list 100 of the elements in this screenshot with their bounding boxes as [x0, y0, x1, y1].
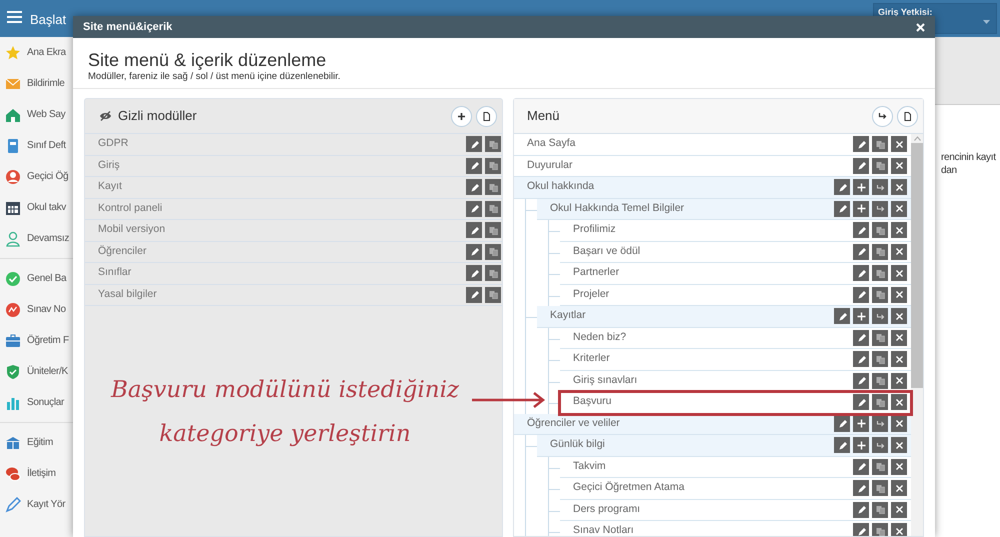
delete-button[interactable]: [891, 308, 907, 324]
edit-button[interactable]: [853, 502, 869, 518]
copy-button[interactable]: [872, 286, 888, 303]
copy-button[interactable]: [872, 372, 888, 389]
close-icon[interactable]: [916, 22, 925, 32]
edit-button[interactable]: [853, 222, 869, 238]
edit-button[interactable]: [834, 308, 850, 324]
add-button[interactable]: [853, 437, 869, 454]
module-row[interactable]: Kayıt: [85, 177, 502, 198]
move-button[interactable]: [872, 179, 888, 196]
module-row[interactable]: Yasal bilgiler: [85, 284, 502, 306]
edit-button[interactable]: [834, 416, 850, 432]
menu-row[interactable]: Ders programı: [560, 500, 911, 521]
sidebar-item[interactable]: Genel Ba: [27, 271, 66, 286]
copy-button[interactable]: [485, 179, 501, 196]
delete-button[interactable]: [891, 502, 907, 518]
copy-button[interactable]: [485, 136, 501, 152]
copy-button[interactable]: [872, 330, 888, 346]
app-title[interactable]: Başlat: [30, 10, 66, 30]
menu-row[interactable]: Projeler: [560, 284, 911, 306]
move-button[interactable]: [872, 106, 893, 126]
edit-button[interactable]: [466, 244, 482, 260]
page-button[interactable]: [476, 106, 497, 126]
edit-button[interactable]: [853, 244, 869, 260]
sidebar-item[interactable]: Sınav No: [27, 302, 66, 317]
edit-button[interactable]: [466, 179, 482, 196]
sidebar-item[interactable]: Ana Ekra: [27, 45, 66, 60]
module-row[interactable]: Giriş: [85, 156, 502, 177]
copy-button[interactable]: [872, 222, 888, 238]
add-button[interactable]: [853, 179, 869, 196]
move-button[interactable]: [872, 437, 888, 454]
delete-button[interactable]: [891, 372, 907, 389]
delete-button[interactable]: [891, 351, 907, 368]
delete-button[interactable]: [891, 286, 907, 303]
copy-button[interactable]: [872, 523, 888, 536]
copy-button[interactable]: [872, 351, 888, 368]
edit-button[interactable]: [834, 437, 850, 454]
module-row[interactable]: Öğrenciler: [85, 242, 502, 263]
menu-row[interactable]: Geçici Öğretmen Atama: [560, 478, 911, 500]
edit-button[interactable]: [853, 136, 869, 152]
delete-button[interactable]: [891, 523, 907, 536]
edit-button[interactable]: [466, 286, 482, 303]
sidebar-item[interactable]: Geçici Öğ: [27, 169, 68, 184]
menu-row[interactable]: Neden biz?: [560, 328, 911, 349]
delete-button[interactable]: [891, 136, 907, 152]
delete-button[interactable]: [891, 458, 907, 475]
delete-button[interactable]: [891, 437, 907, 454]
category-row[interactable]: Okul hakkında: [514, 177, 911, 198]
sidebar-item[interactable]: Sonuçlar: [27, 395, 64, 410]
edit-button[interactable]: [853, 523, 869, 536]
copy-button[interactable]: [872, 265, 888, 282]
add-button[interactable]: [853, 200, 869, 217]
copy-button[interactable]: [485, 200, 501, 217]
edit-button[interactable]: [853, 458, 869, 475]
copy-button[interactable]: [872, 458, 888, 475]
move-button[interactable]: [872, 200, 888, 217]
menu-icon[interactable]: [7, 11, 22, 23]
copy-button[interactable]: [872, 502, 888, 518]
copy-button[interactable]: [485, 158, 501, 174]
delete-button[interactable]: [891, 179, 907, 196]
scrollbar-thumb[interactable]: [911, 143, 923, 388]
edit-button[interactable]: [466, 158, 482, 174]
sidebar-item[interactable]: Bildirimle: [27, 76, 65, 91]
add-button[interactable]: [451, 106, 472, 126]
sidebar-item[interactable]: Eğitim: [27, 435, 53, 450]
menu-row[interactable]: Başarı ve ödül: [560, 242, 911, 263]
page-button[interactable]: [897, 106, 918, 126]
copy-button[interactable]: [872, 136, 888, 152]
delete-button[interactable]: [891, 265, 907, 282]
move-button[interactable]: [872, 308, 888, 324]
delete-button[interactable]: [891, 330, 907, 346]
category-row[interactable]: Kayıtlar: [537, 306, 911, 328]
sidebar-item[interactable]: Öğretim F: [27, 333, 69, 348]
edit-button[interactable]: [853, 158, 869, 174]
sidebar-item[interactable]: Kayıt Yör: [27, 497, 66, 512]
delete-button[interactable]: [891, 200, 907, 217]
menu-row[interactable]: Başvuru: [560, 392, 911, 414]
scrollbar[interactable]: [911, 134, 923, 536]
edit-button[interactable]: [853, 480, 869, 496]
delete-button[interactable]: [891, 222, 907, 238]
copy-button[interactable]: [485, 265, 501, 282]
delete-button[interactable]: [891, 480, 907, 496]
sidebar-item[interactable]: Sınıf Deft: [27, 138, 66, 153]
copy-button[interactable]: [485, 222, 501, 238]
menu-row[interactable]: Partnerler: [560, 263, 911, 284]
menu-row[interactable]: Duyurular: [514, 156, 911, 177]
menu-row[interactable]: Profilimiz: [560, 220, 911, 242]
edit-button[interactable]: [853, 394, 869, 410]
delete-button[interactable]: [891, 158, 907, 174]
add-button[interactable]: [853, 416, 869, 432]
sidebar-item[interactable]: Okul takv: [27, 200, 66, 215]
menu-row[interactable]: Ana Sayfa: [514, 134, 911, 156]
menu-row[interactable]: Takvim: [560, 456, 911, 478]
module-row[interactable]: Sınıflar: [85, 263, 502, 284]
delete-button[interactable]: [891, 416, 907, 432]
copy-button[interactable]: [872, 394, 888, 410]
sidebar-item[interactable]: Devamsız: [27, 231, 70, 246]
category-row[interactable]: Günlük bilgi: [537, 435, 911, 456]
edit-button[interactable]: [853, 351, 869, 368]
edit-button[interactable]: [466, 265, 482, 282]
